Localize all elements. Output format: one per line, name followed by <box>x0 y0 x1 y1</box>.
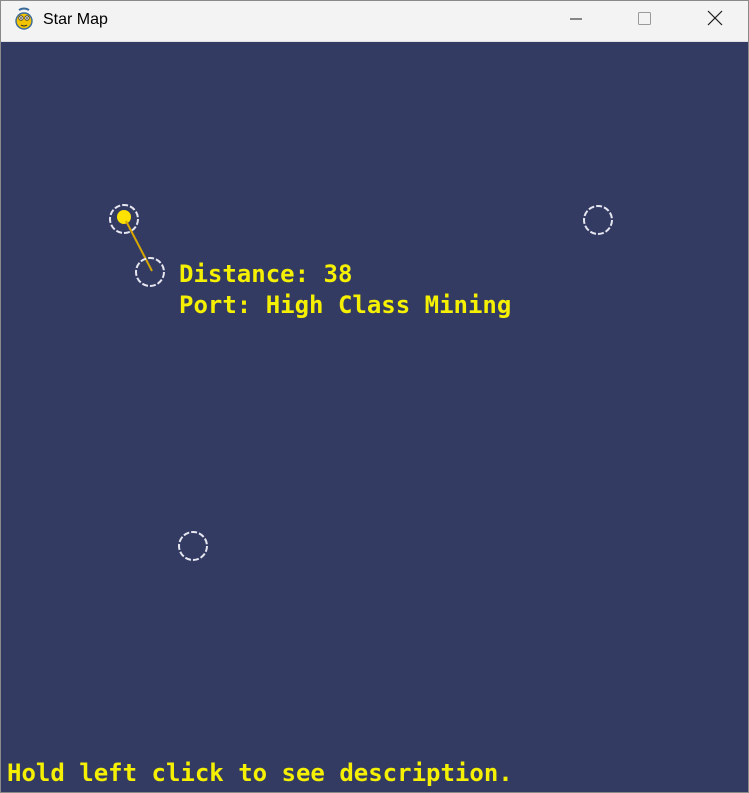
maximize-button[interactable] <box>621 1 667 39</box>
star-lower[interactable] <box>178 531 208 561</box>
star-target[interactable] <box>135 257 165 287</box>
star-map-window: Star Map Distance: 38 Port: High Class M… <box>0 0 749 793</box>
port-label: Port: High Class Mining <box>179 291 512 319</box>
window-title: Star Map <box>43 11 108 28</box>
maximize-icon <box>638 12 651 25</box>
close-button[interactable] <box>691 1 737 39</box>
star-right[interactable] <box>583 205 613 235</box>
star-selected[interactable] <box>109 204 139 234</box>
close-icon <box>707 10 723 26</box>
distance-label: Distance: 38 <box>179 260 353 288</box>
help-hint: Hold left click to see description. <box>7 759 513 787</box>
minimize-button[interactable] <box>552 1 598 39</box>
pygame-snake-icon <box>13 7 35 31</box>
star-map[interactable] <box>1 42 748 792</box>
selected-star-marker <box>117 210 131 224</box>
minimize-icon <box>570 18 582 20</box>
title-bar[interactable]: Star Map <box>1 1 748 42</box>
game-canvas[interactable]: Distance: 38 Port: High Class Mining Hol… <box>1 42 748 792</box>
